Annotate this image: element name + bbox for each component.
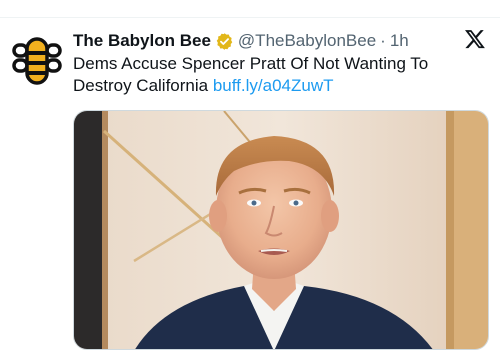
- user-handle[interactable]: @TheBabylonBee: [238, 31, 376, 51]
- bee-logo-icon[interactable]: [12, 36, 62, 86]
- display-name[interactable]: The Babylon Bee: [73, 31, 211, 51]
- tweet-card[interactable]: The Babylon Bee @TheBabylonBee · 1h Dems…: [0, 18, 500, 351]
- tweet-image[interactable]: [73, 110, 489, 350]
- tweet-text: Dems Accuse Spencer Pratt Of Not Wanting…: [73, 53, 473, 97]
- top-strip: [0, 0, 500, 18]
- verified-badge-icon: [215, 32, 234, 51]
- timestamp[interactable]: 1h: [390, 31, 409, 51]
- separator-dot: ·: [380, 31, 386, 50]
- tweet-link[interactable]: buff.ly/a04ZuwT: [213, 76, 334, 95]
- tweet-header: The Babylon Bee @TheBabylonBee · 1h: [73, 30, 450, 52]
- x-logo-icon[interactable]: [464, 28, 486, 50]
